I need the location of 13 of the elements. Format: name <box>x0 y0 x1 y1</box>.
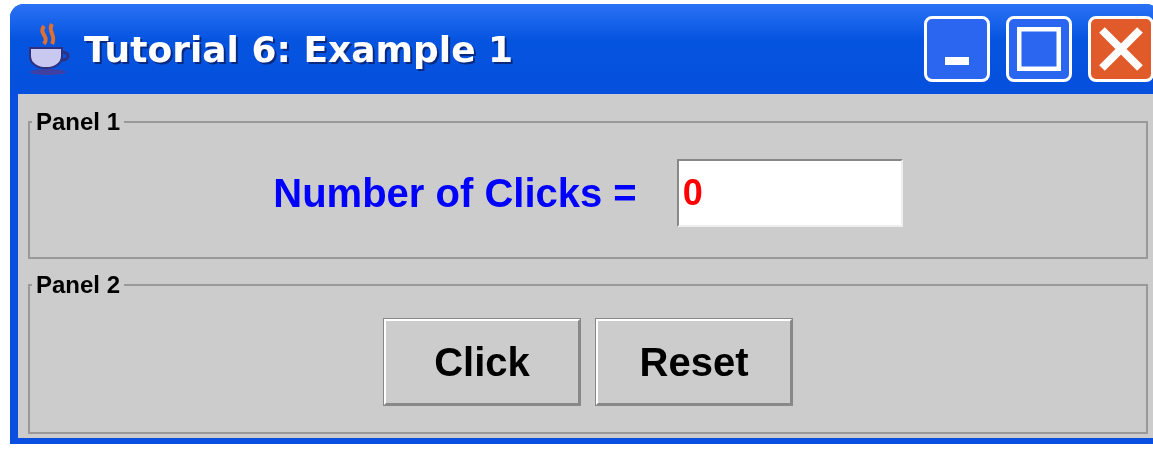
panel-title: Panel 1 <box>35 108 122 136</box>
close-button[interactable] <box>1088 16 1153 82</box>
action-button[interactable]: Click <box>384 319 580 406</box>
minimize-button[interactable] <box>924 16 990 82</box>
minimize-icon <box>945 57 969 65</box>
maximize-icon <box>1017 27 1061 71</box>
action-button[interactable]: Reset <box>596 319 792 406</box>
close-icon <box>1098 26 1144 72</box>
clicks-label: Number of Clicks = <box>273 170 637 216</box>
window-title: Tutorial 6: Example 1 <box>84 28 515 70</box>
panel-title: Panel 2 <box>35 270 122 299</box>
maximize-button[interactable] <box>1006 16 1072 82</box>
clicks-field[interactable]: 0 <box>676 159 903 228</box>
